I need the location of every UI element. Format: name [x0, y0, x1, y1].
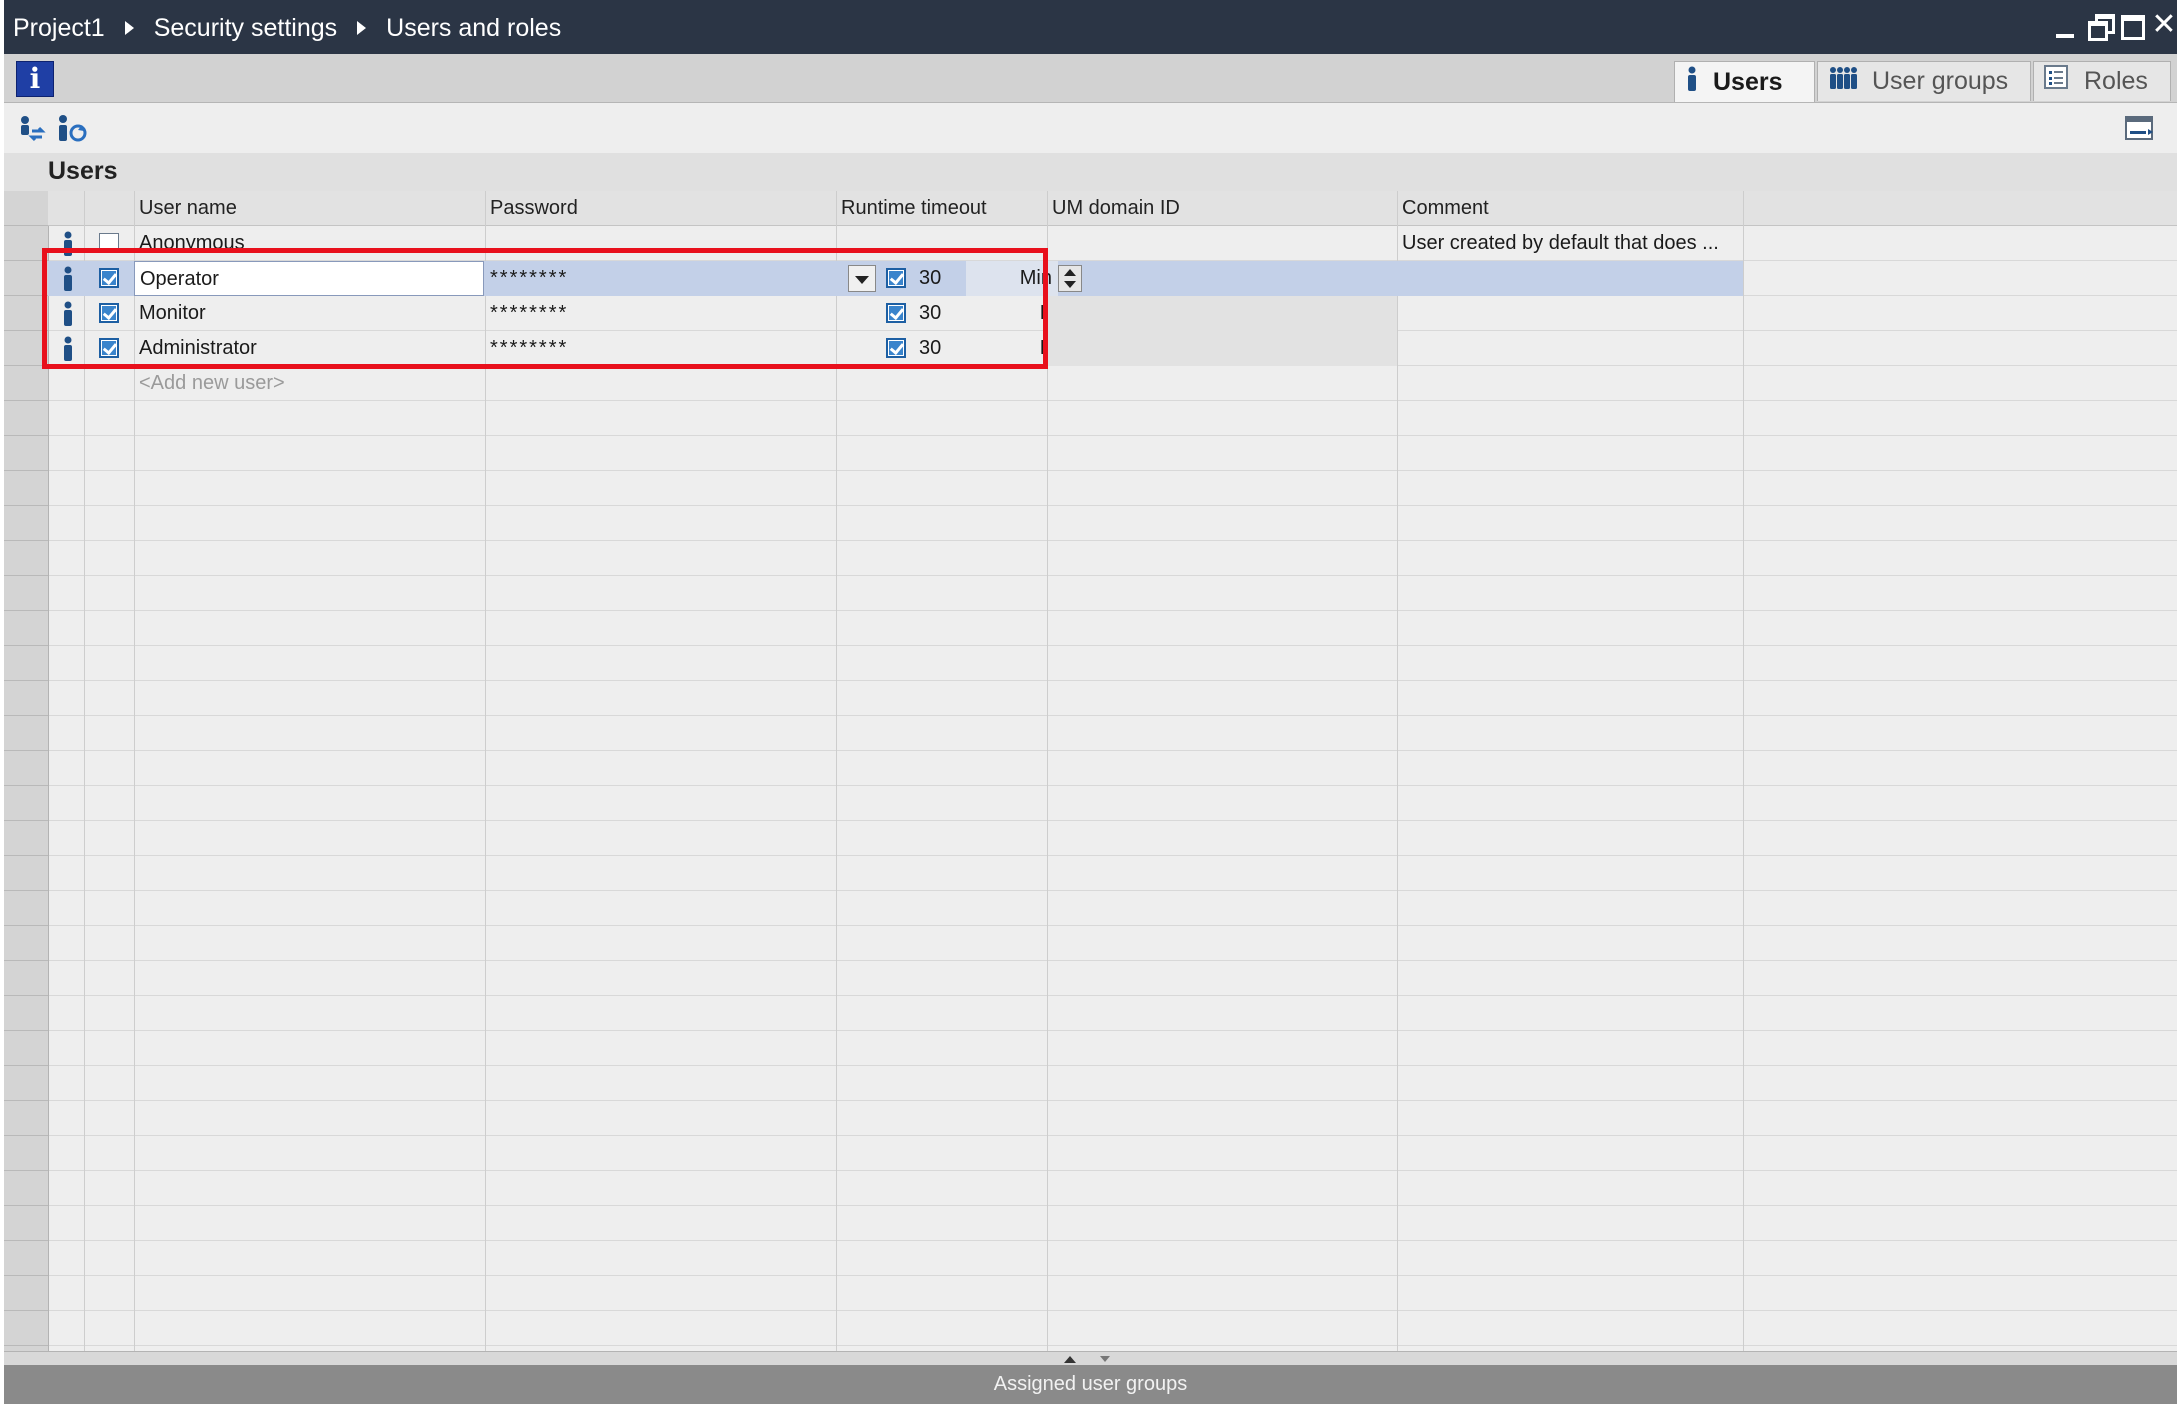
user-name-cell[interactable]: Monitor	[134, 296, 484, 331]
tab-user-groups[interactable]: User groups	[1817, 61, 2031, 101]
update-user-icon[interactable]	[56, 113, 88, 145]
roles-icon	[2044, 65, 2070, 98]
column-divider	[1743, 191, 1744, 1351]
column-header-um-domain-id[interactable]: UM domain ID	[1047, 191, 1396, 225]
chevron-right-icon	[124, 21, 134, 35]
layout-settings-icon[interactable]	[2124, 113, 2156, 145]
tab-user-groups-label: User groups	[1872, 67, 2009, 95]
um-domain-cell	[1047, 331, 1397, 366]
password-dropdown-button[interactable]	[848, 265, 876, 292]
timeout-enabled-checkbox[interactable]	[886, 268, 906, 288]
panel-splitter[interactable]	[4, 1351, 2177, 1366]
tab-roles-label: Roles	[2084, 67, 2148, 95]
table-row[interactable]: Anonymous User created by default that d…	[48, 226, 1743, 261]
assigned-user-groups-bar[interactable]: Assigned user groups	[4, 1365, 2177, 1404]
row-header-gutter	[4, 191, 49, 1351]
add-new-user-placeholder[interactable]: <Add new user>	[134, 366, 484, 401]
user-name-cell[interactable]: Anonymous	[134, 226, 484, 261]
timeout-spinner[interactable]	[1058, 265, 1082, 292]
toolbar	[4, 103, 2177, 153]
user-enabled-checkbox[interactable]	[99, 268, 119, 288]
tab-roles[interactable]: Roles	[2033, 61, 2171, 101]
column-header-password[interactable]: Password	[485, 191, 835, 225]
um-domain-cell	[1047, 296, 1397, 331]
close-icon[interactable]: ✕	[2149, 10, 2179, 40]
user-name-cell[interactable]: Administrator	[134, 331, 484, 366]
password-cell[interactable]: ********	[485, 261, 835, 296]
tab-users[interactable]: Users	[1674, 61, 1815, 102]
users-table: User name Password Runtime timeout UM do…	[4, 191, 2177, 1351]
title-bar: Project1 Security settings Users and rol…	[4, 0, 2177, 54]
timeout-value[interactable]: 30	[914, 296, 974, 331]
user-icon	[61, 266, 75, 292]
column-header-comment[interactable]: Comment	[1397, 191, 1743, 225]
user-name-input[interactable]: Operator	[134, 261, 484, 296]
add-user-row[interactable]: <Add new user>	[48, 366, 1743, 401]
info-icon[interactable]: i	[16, 61, 54, 97]
timeout-unit[interactable]: Min	[966, 261, 1058, 296]
user-enabled-checkbox[interactable]	[99, 233, 119, 253]
breadcrumb-users-and-roles[interactable]: Users and roles	[386, 14, 561, 43]
section-header: Users	[4, 153, 2177, 191]
table-row-selected[interactable]: Operator ******** 30 Min	[48, 261, 1743, 296]
user-icon	[61, 301, 75, 327]
user-icon	[61, 231, 75, 257]
password-cell[interactable]: ********	[485, 296, 835, 331]
user-groups-icon	[1828, 65, 1858, 98]
splitter-arrows-icon[interactable]	[1044, 1353, 1114, 1365]
column-header-runtime-timeout[interactable]: Runtime timeout	[836, 191, 1046, 225]
maximize-icon[interactable]	[2117, 10, 2147, 40]
password-cell[interactable]: ********	[485, 331, 835, 366]
timeout-enabled-checkbox[interactable]	[886, 303, 906, 323]
chevron-right-icon	[357, 21, 367, 35]
column-header-user-name[interactable]: User name	[134, 191, 484, 225]
tab-strip: i Users User groups Roles	[4, 54, 2177, 103]
section-title: Users	[48, 157, 118, 185]
timeout-value[interactable]: 30	[914, 261, 974, 296]
table-row[interactable]: Monitor ******** 30 Min	[48, 296, 1743, 331]
breadcrumb-project[interactable]: Project1	[13, 14, 105, 43]
table-row[interactable]: Administrator ******** 30 Min	[48, 331, 1743, 366]
timeout-enabled-checkbox[interactable]	[886, 338, 906, 358]
synchronize-users-icon[interactable]	[16, 113, 48, 145]
comment-cell[interactable]: User created by default that does ...	[1397, 226, 1743, 261]
tab-users-label: Users	[1713, 67, 1783, 96]
user-enabled-checkbox[interactable]	[99, 338, 119, 358]
breadcrumb-security-settings[interactable]: Security settings	[154, 14, 337, 43]
float-window-icon[interactable]	[2085, 10, 2115, 41]
user-icon	[1685, 66, 1699, 99]
users-and-roles-editor: Project1 Security settings Users and rol…	[4, 0, 2177, 1404]
user-enabled-checkbox[interactable]	[99, 303, 119, 323]
user-icon	[61, 336, 75, 362]
breadcrumb: Project1 Security settings Users and rol…	[13, 10, 561, 46]
timeout-value[interactable]: 30	[914, 331, 974, 366]
minimize-icon[interactable]	[2050, 10, 2080, 40]
